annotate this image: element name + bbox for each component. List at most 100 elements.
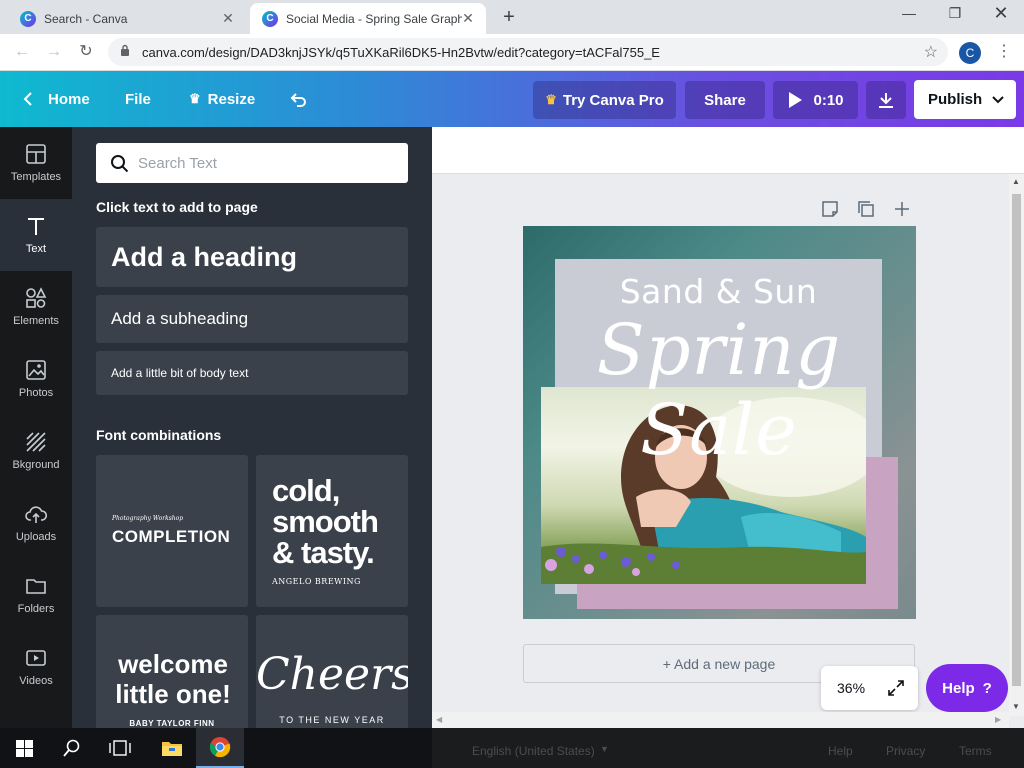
present-play-button[interactable]: 0:10 bbox=[773, 81, 858, 119]
close-tab-icon[interactable]: ✕ bbox=[460, 10, 476, 27]
search-icon bbox=[63, 739, 80, 757]
zoom-control[interactable]: 36% bbox=[821, 666, 918, 710]
sidebar-item-label: Templates bbox=[10, 171, 62, 183]
tab-title: Search - Canva bbox=[44, 11, 128, 26]
undo-button[interactable] bbox=[288, 71, 308, 127]
restore-icon[interactable]: ❐ bbox=[943, 5, 967, 25]
sidebar-item-label: Bkground bbox=[12, 459, 60, 471]
vertical-scrollbar[interactable]: ▲ ▼ bbox=[1009, 174, 1024, 716]
profile-avatar[interactable]: C bbox=[959, 42, 981, 64]
minimize-icon[interactable]: — bbox=[897, 5, 921, 25]
address-bar[interactable]: canva.com/design/DAD3knjJSYk/q5TuXKaRil6… bbox=[108, 38, 948, 66]
folders-icon bbox=[26, 579, 46, 594]
horizontal-scrollbar[interactable]: ◀ ▶ bbox=[432, 712, 1009, 728]
font-card-big-text: Cheers bbox=[256, 649, 408, 700]
font-combination-welcome[interactable]: welcome little one! BABY TAYLOR FINN bbox=[96, 615, 248, 728]
forward-arrow-icon[interactable]: → bbox=[43, 41, 65, 63]
close-tab-icon[interactable]: ✕ bbox=[220, 10, 236, 27]
share-button[interactable]: Share bbox=[685, 81, 765, 119]
file-explorer-button[interactable] bbox=[148, 728, 196, 768]
sidebar-item-background[interactable]: Bkground bbox=[0, 415, 72, 487]
resize-label: Resize bbox=[207, 90, 256, 108]
browser-toolbar: ← → ↻ canva.com/design/DAD3knjJSYk/q5TuX… bbox=[0, 34, 1024, 71]
try-canva-pro-button[interactable]: ♛ Try Canva Pro bbox=[533, 81, 676, 119]
scroll-down-icon[interactable]: ▼ bbox=[1012, 702, 1020, 711]
url-text: canva.com/design/DAD3knjJSYk/q5TuXKaRil6… bbox=[142, 45, 660, 60]
elements-icon bbox=[26, 287, 47, 308]
scroll-right-icon[interactable]: ▶ bbox=[995, 715, 1001, 724]
videos-icon bbox=[26, 650, 46, 666]
home-label: Home bbox=[48, 90, 90, 108]
windows-start-button[interactable] bbox=[0, 728, 48, 768]
sidebar-item-templates[interactable]: Templates bbox=[0, 127, 72, 199]
sidebar-item-label: Folders bbox=[17, 603, 55, 615]
font-combination-cold-smooth[interactable]: cold, smooth & tasty. ANGELO BREWING bbox=[256, 455, 408, 607]
back-arrow-icon[interactable]: ← bbox=[11, 41, 33, 63]
duplicate-page-icon[interactable] bbox=[857, 200, 875, 218]
file-menu-button[interactable]: File bbox=[125, 71, 151, 127]
reload-icon[interactable]: ↻ bbox=[75, 41, 97, 63]
try-pro-label: Try Canva Pro bbox=[562, 91, 664, 109]
sidebar-item-text[interactable]: Text bbox=[0, 199, 72, 271]
add-subheading-button[interactable]: Add a subheading bbox=[96, 295, 408, 343]
chevron-down-icon bbox=[992, 96, 1004, 104]
resize-button[interactable]: ♛ Resize bbox=[189, 71, 255, 127]
file-explorer-icon bbox=[162, 742, 182, 756]
sidebar-item-elements[interactable]: Elements bbox=[0, 271, 72, 343]
sidebar-item-videos[interactable]: Videos bbox=[0, 631, 72, 703]
publish-button[interactable]: Publish bbox=[914, 80, 1016, 119]
font-combinations-title: Font combinations bbox=[96, 427, 222, 443]
scroll-left-icon[interactable]: ◀ bbox=[436, 715, 442, 724]
chrome-taskbar-button[interactable] bbox=[196, 728, 244, 768]
footer-help-link[interactable]: Help bbox=[828, 744, 853, 758]
sidebar-item-folders[interactable]: Folders bbox=[0, 559, 72, 631]
templates-icon bbox=[26, 144, 46, 164]
font-combination-completion[interactable]: Photography Workshop COMPLETION bbox=[96, 455, 248, 607]
canva-header: Home File ♛ Resize ♛ Try Canva Pro Share… bbox=[0, 71, 1024, 127]
download-button[interactable] bbox=[866, 81, 906, 119]
search-input[interactable] bbox=[138, 143, 398, 183]
add-body-text-button[interactable]: Add a little bit of body text bbox=[96, 351, 408, 395]
add-page-plus-icon[interactable] bbox=[893, 200, 911, 218]
font-card-small-text: ANGELO BREWING bbox=[272, 577, 361, 586]
help-button[interactable]: Help ? bbox=[926, 664, 1008, 712]
tab-spring-sale[interactable]: C Social Media - Spring Sale Graph ✕ bbox=[250, 3, 486, 34]
sidebar-item-label: Text bbox=[25, 243, 47, 255]
sidebar-item-uploads[interactable]: Uploads bbox=[0, 487, 72, 559]
font-card-small-text: Photography Workshop bbox=[112, 515, 184, 522]
design-page[interactable]: Sand & Sun Spring Sale bbox=[523, 226, 916, 619]
file-label: File bbox=[125, 90, 151, 108]
windows-logo-icon bbox=[15, 739, 33, 757]
task-view-button[interactable] bbox=[96, 728, 144, 768]
browser-tab-strip: C Search - Canva ✕ C Social Media - Spri… bbox=[0, 0, 1024, 34]
sidebar-item-photos[interactable]: Photos bbox=[0, 343, 72, 415]
browser-menu-icon[interactable]: ⋮ bbox=[996, 41, 1012, 61]
help-label: Help bbox=[942, 679, 975, 697]
scroll-up-icon[interactable]: ▲ bbox=[1012, 177, 1020, 186]
new-tab-plus-icon[interactable]: + bbox=[499, 6, 519, 29]
crown-icon: ♛ bbox=[189, 91, 201, 106]
bookmark-star-icon[interactable]: ☆ bbox=[924, 42, 938, 62]
home-button[interactable]: Home bbox=[22, 71, 90, 127]
window-close-icon[interactable]: ✕ bbox=[989, 3, 1013, 23]
footer-privacy-link[interactable]: Privacy bbox=[886, 744, 925, 758]
fullscreen-icon[interactable] bbox=[888, 680, 904, 696]
sidebar-item-label: Videos bbox=[19, 675, 53, 687]
footer-terms-link[interactable]: Terms bbox=[959, 744, 992, 758]
font-combination-cheers[interactable]: Cheers TO THE NEW YEAR bbox=[256, 615, 408, 728]
page-notes-icon[interactable] bbox=[821, 200, 839, 218]
design-headline-sand-sun[interactable]: Sand & Sun bbox=[555, 272, 882, 311]
tab-search-canva[interactable]: C Search - Canva ✕ bbox=[8, 3, 246, 34]
design-headline-spring-sale[interactable]: Spring Sale bbox=[549, 310, 889, 470]
search-box[interactable] bbox=[96, 143, 408, 183]
sidebar-item-label: Photos bbox=[18, 387, 54, 399]
add-heading-button[interactable]: Add a heading bbox=[96, 227, 408, 287]
background-icon bbox=[26, 432, 46, 452]
sidebar-item-label: Elements bbox=[13, 315, 59, 327]
photos-icon bbox=[26, 360, 46, 380]
download-icon bbox=[879, 93, 893, 108]
taskbar-search-button[interactable] bbox=[48, 728, 96, 768]
language-selector[interactable]: English (United States) bbox=[472, 744, 595, 758]
vertical-scroll-thumb[interactable] bbox=[1012, 194, 1021, 686]
text-panel: Click text to add to page Add a heading … bbox=[72, 127, 432, 728]
